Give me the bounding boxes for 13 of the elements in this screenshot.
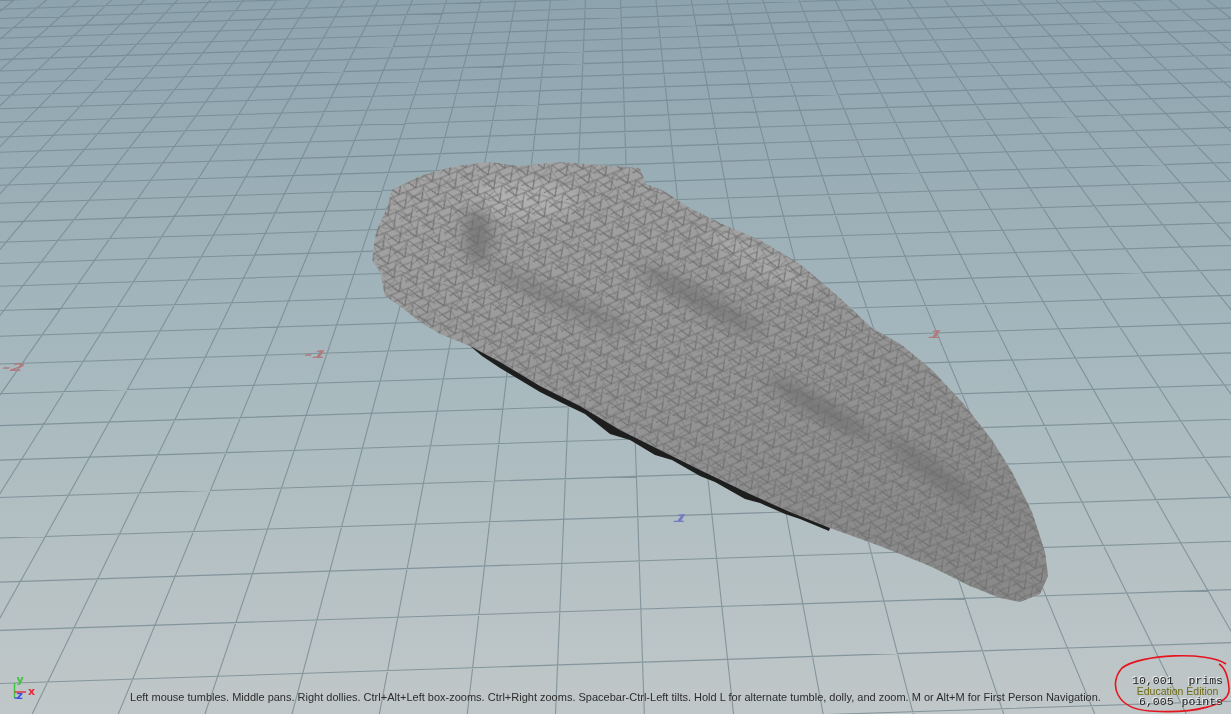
edition-label: Education Edition (1136, 686, 1219, 696)
axis-label: y (16, 673, 24, 686)
stat-unit: prims (1186, 675, 1223, 686)
axis-label: z (16, 689, 23, 702)
stat-value: 10,001 (1132, 675, 1174, 686)
stat-unit: points (1181, 696, 1223, 707)
grid-label: 1 (669, 512, 692, 525)
stat-value: 6,005 (1138, 696, 1174, 707)
grid-label: -2 (0, 361, 29, 374)
navigation-hint: Left mouse tumbles. Middle pans. Right dollies. Ctrl+Alt+Left box-zooms. Ctrl+Right zooms. Spacebar-Ctrl-Left tilts. Hold L for alternate tumble, dolly, and zoom. M or Alt+M for First Person Navigation. (130, 691, 1101, 703)
grid-label: -1 (300, 348, 331, 361)
grid-label: 1 (924, 328, 947, 341)
axis-label: x (28, 685, 36, 698)
